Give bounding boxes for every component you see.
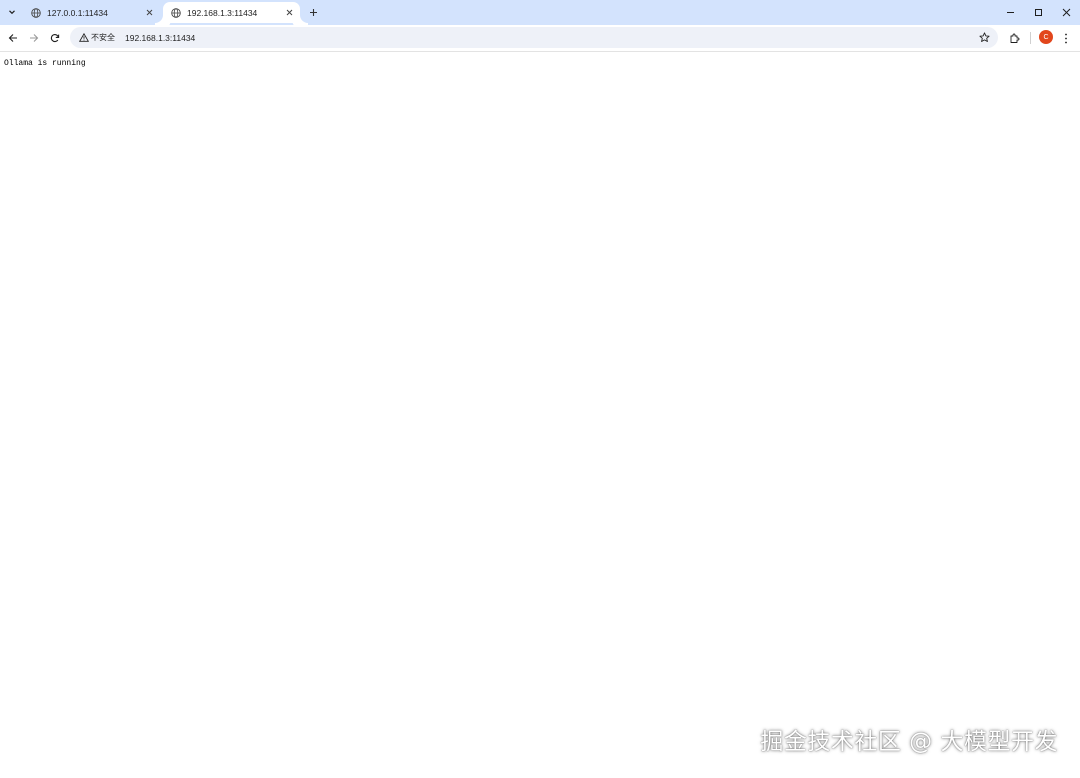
page-content: Ollama is running 掘金技术社区 @ 大模型开发	[0, 52, 1080, 778]
tab-title: 192.168.1.3:11434	[187, 7, 258, 18]
browser-toolbar: 不安全 192.168.1.3:11434 C	[0, 25, 1080, 52]
menu-button[interactable]	[1058, 30, 1074, 46]
back-button[interactable]	[5, 30, 21, 46]
forward-button[interactable]	[26, 30, 42, 46]
globe-icon	[171, 7, 181, 18]
maximize-icon	[1034, 8, 1042, 16]
maximize-button[interactable]	[1024, 0, 1052, 24]
bookmark-button[interactable]	[977, 30, 991, 44]
profile-avatar[interactable]: C	[1039, 30, 1053, 44]
reload-icon	[50, 34, 60, 43]
arrow-right-icon	[30, 34, 39, 42]
minimize-icon	[1006, 11, 1014, 13]
extensions-button[interactable]	[1006, 30, 1022, 46]
close-icon	[286, 9, 292, 16]
close-icon	[146, 9, 152, 16]
tab-close-button[interactable]	[282, 6, 296, 20]
browser-window: 127.0.0.1:11434 192.168.1.3:11434 不安全 19…	[0, 0, 1080, 778]
toolbar-divider	[1030, 32, 1031, 44]
arrow-left-icon	[8, 34, 17, 42]
puzzle-icon	[1010, 33, 1019, 43]
star-icon	[978, 31, 990, 42]
address-bar[interactable]: 不安全 192.168.1.3:11434	[70, 27, 998, 48]
chevron-down-icon	[9, 10, 15, 15]
tab-strip: 127.0.0.1:11434 192.168.1.3:11434	[0, 0, 1080, 25]
url-text[interactable]: 192.168.1.3:11434	[125, 33, 195, 43]
security-label: 不安全	[91, 33, 115, 42]
new-tab-button[interactable]	[306, 5, 320, 19]
tab-title: 127.0.0.1:11434	[47, 7, 108, 18]
minimize-button[interactable]	[996, 0, 1024, 24]
warning-triangle-icon	[79, 33, 89, 42]
plus-icon	[309, 8, 317, 16]
close-icon	[1062, 8, 1070, 16]
tab-inactive[interactable]: 127.0.0.1:11434	[23, 2, 160, 23]
security-chip[interactable]: 不安全	[76, 30, 118, 45]
window-controls	[996, 0, 1080, 25]
watermark: 掘金技术社区 @ 大模型开发	[760, 729, 1058, 755]
tab-search-button[interactable]	[4, 4, 20, 20]
reload-button[interactable]	[47, 30, 63, 46]
globe-icon	[31, 7, 41, 18]
kebab-menu-icon	[1065, 33, 1067, 43]
page-body-text: Ollama is running	[4, 59, 86, 68]
close-window-button[interactable]	[1052, 0, 1080, 24]
tab-close-button[interactable]	[142, 6, 156, 20]
tab-active[interactable]: 192.168.1.3:11434	[163, 2, 300, 23]
